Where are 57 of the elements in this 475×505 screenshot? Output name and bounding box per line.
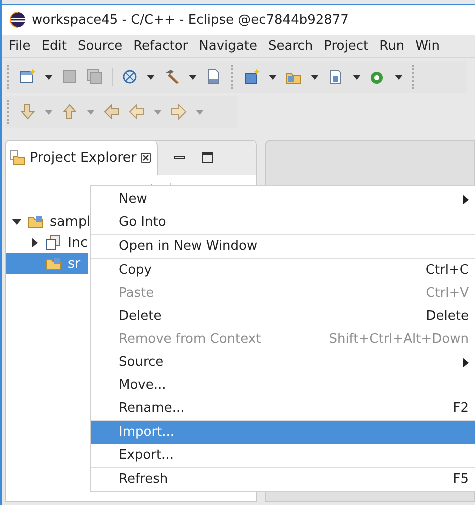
menu-item[interactable]: Copy Ctrl+C [91,259,475,282]
menu-item[interactable]: Search [268,38,314,54]
binary-file-icon[interactable] [206,69,222,85]
header-files-icon [46,234,62,250]
dropdown-caret-icon[interactable] [269,74,277,80]
explorer-icon [10,150,26,166]
dropdown-caret-icon[interactable] [311,74,319,80]
tree-label: Inc [68,234,88,250]
tree-item[interactable]: sampl [6,211,88,232]
tree-item[interactable]: Inc [6,232,88,253]
eclipse-logo-icon [10,12,26,28]
dropdown-caret-icon [45,110,53,114]
dropdown-caret-icon [87,110,95,114]
dropdown-caret-icon [196,110,204,114]
tree-label: sr [68,256,81,272]
menu-item[interactable]: Navigate [199,38,258,54]
tree-label: sampl [50,214,91,230]
down-arrow-icon [20,104,36,120]
close-icon[interactable] [140,153,151,163]
menu-item[interactable]: Move... [91,374,475,397]
menu-item[interactable]: Source [78,38,123,54]
dropdown-caret-icon[interactable] [189,74,197,80]
window-title: workspace45 - C/C++ - Eclipse @ec7844b92877 [32,12,349,28]
back-arrow-icon [129,104,145,120]
tab-title: Project Explorer [30,150,137,166]
expand-arrow-icon[interactable] [30,238,40,248]
dropdown-caret-icon[interactable] [45,74,53,80]
up-arrow-icon [62,104,78,120]
dropdown-caret-icon[interactable] [395,74,403,80]
menu-item[interactable]: Delete Delete [91,305,475,328]
save-icon [62,69,78,85]
dropdown-caret-icon [154,110,162,114]
dropdown-caret-icon[interactable] [353,74,361,80]
forward-arrow-icon [171,104,187,120]
new-window-icon[interactable] [20,69,36,85]
save-all-icon [87,69,103,85]
menu-item[interactable]: Win [416,38,440,54]
menu-item[interactable]: Go Into [91,211,475,234]
maximize-icon[interactable] [202,152,214,164]
menu-item[interactable]: Refresh F5 [91,468,475,491]
menu-item[interactable]: Project [324,38,369,54]
menu-item[interactable]: Rename... F2 [91,397,475,420]
menu-item[interactable]: Open in New Window [91,235,475,258]
expand-arrow-icon[interactable] [12,216,22,226]
view-tab[interactable]: Project Explorer [6,141,158,175]
menu-item[interactable]: File [9,38,31,54]
c-project-folder-icon [28,214,44,230]
menu-item[interactable]: Source [91,351,475,374]
menu-item[interactable]: Edit [42,38,67,54]
back-arrow-icon [104,104,120,120]
source-folder-icon [46,256,62,272]
menu-item[interactable]: New [91,188,475,211]
dropdown-caret-icon[interactable] [147,74,155,80]
hammer-icon[interactable] [164,69,180,85]
menu-item[interactable]: Run [380,38,405,54]
menu-item[interactable]: Export... [91,444,475,467]
menu-item[interactable]: Refactor [134,38,188,54]
